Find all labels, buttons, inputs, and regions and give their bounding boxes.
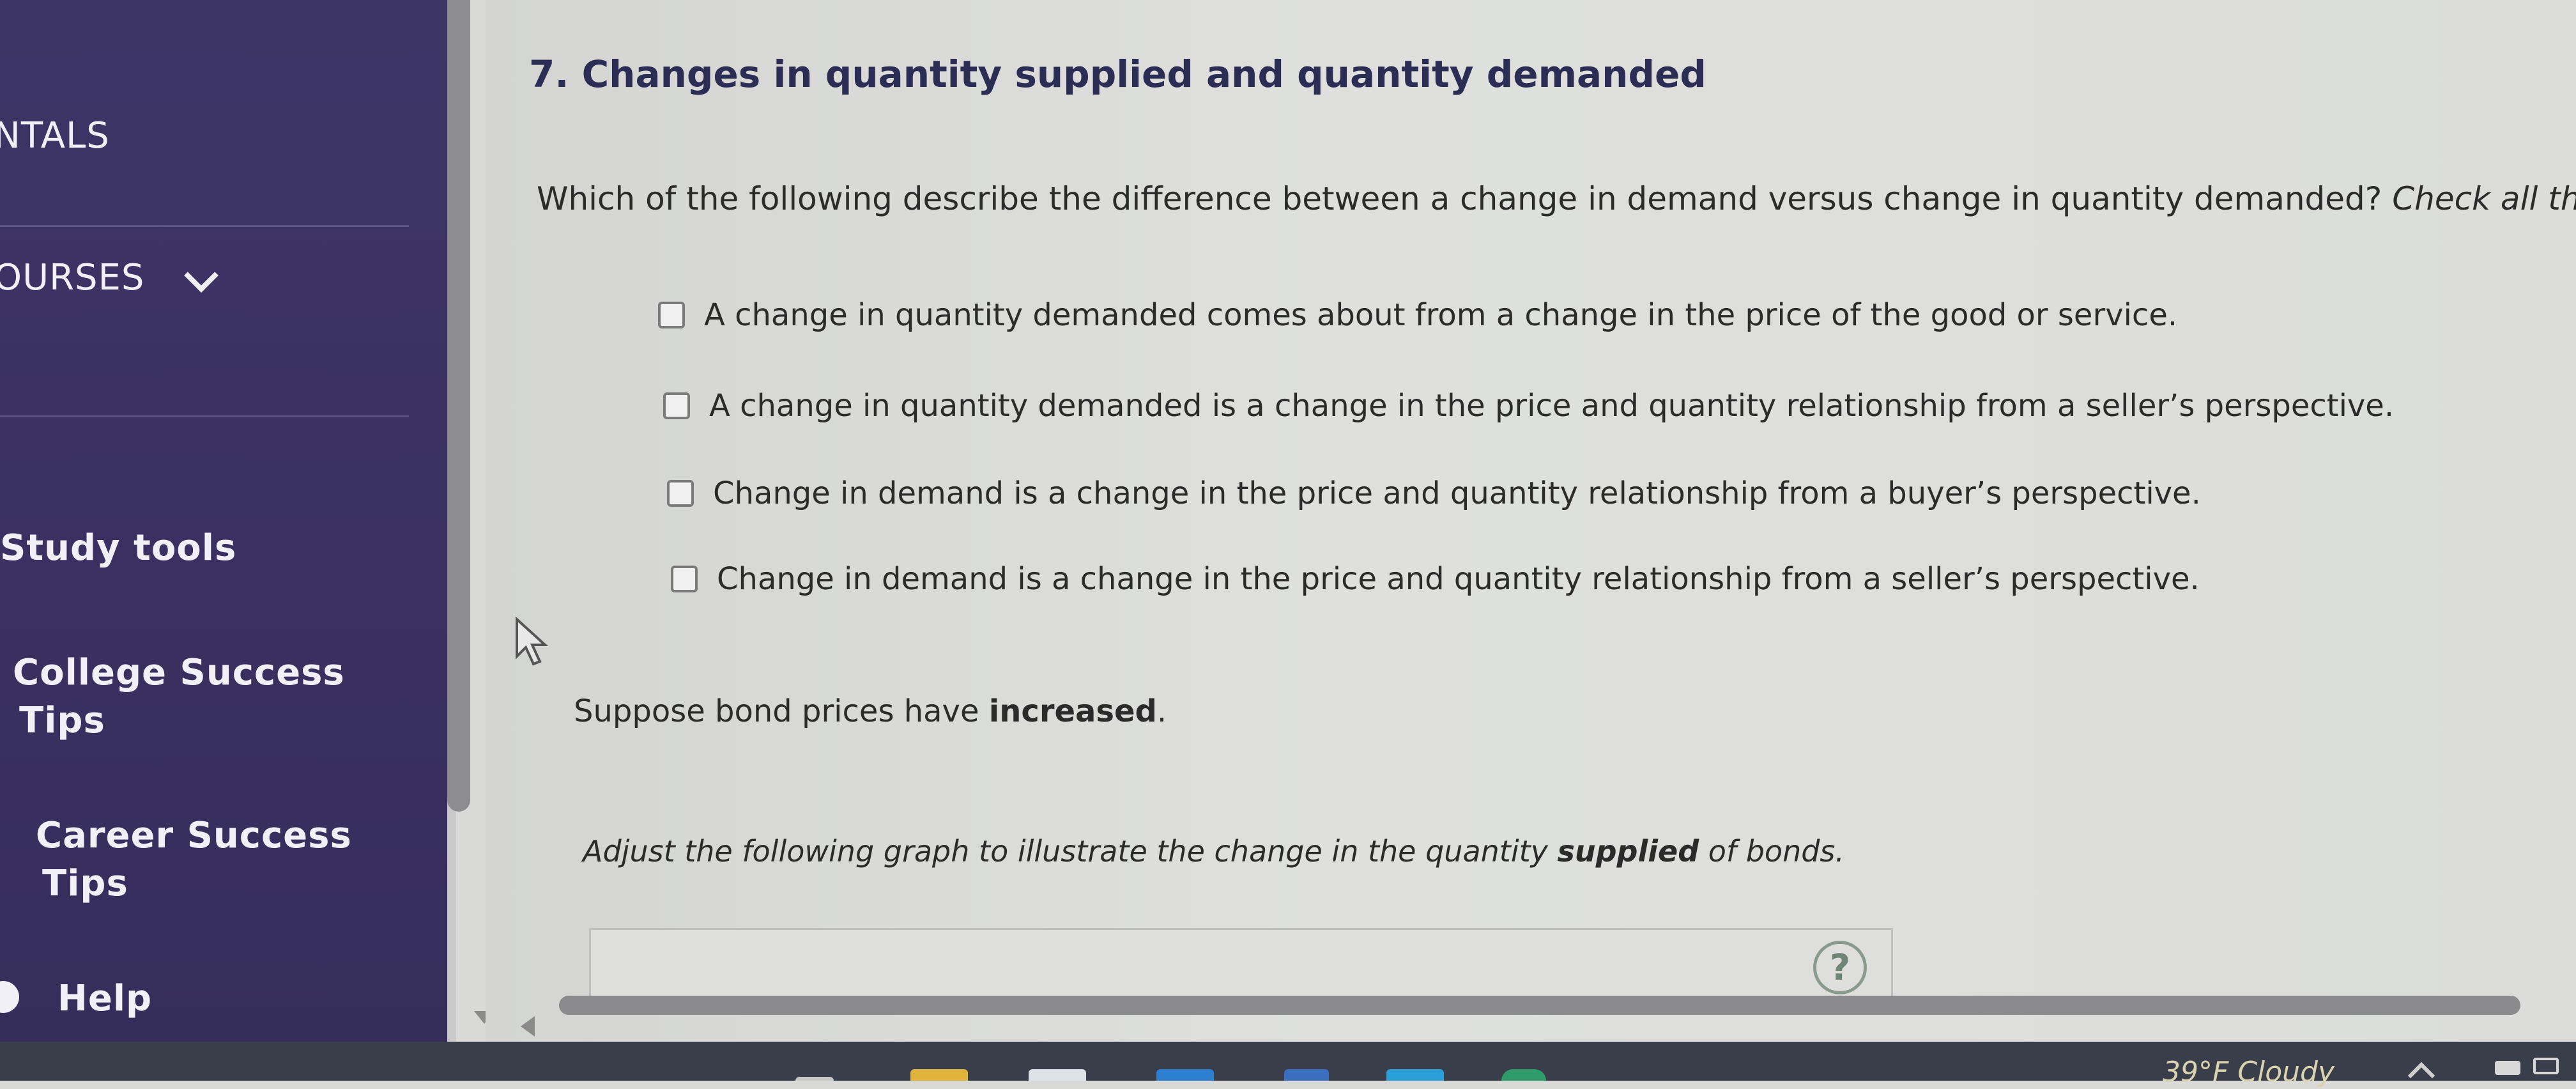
checkbox[interactable] [658, 302, 685, 328]
question-title: 7. Changes in quantity supplied and quan… [529, 52, 1706, 96]
instruction-emphasis: supplied [1557, 834, 1699, 869]
taskbar-app-icon[interactable] [910, 1069, 968, 1081]
answer-option-label: Change in demand is a change in the pric… [717, 561, 2200, 597]
sidebar-item-study-tools[interactable]: Study tools [0, 527, 236, 569]
taskbar-app-icon[interactable] [1156, 1069, 1214, 1081]
scenario-suffix: . [1156, 693, 1167, 729]
question-prompt-hint: Check all that a [2392, 180, 2576, 217]
answer-option-4[interactable]: Change in demand is a change in the pric… [671, 561, 2200, 597]
chevron-down-icon[interactable] [184, 258, 218, 293]
instruction-prefix: Adjust the following graph to illustrate… [583, 834, 1558, 869]
question-prompt-text: Which of the following describe the diff… [537, 180, 2393, 217]
scenario-text: Suppose bond prices have increased. [574, 693, 1167, 729]
sidebar-item-courses[interactable]: OURSES [0, 257, 144, 298]
answer-option-label: Change in demand is a change in the pric… [713, 475, 2201, 511]
instruction-suffix: of bonds. [1699, 834, 1845, 869]
checkbox[interactable] [671, 566, 698, 592]
sidebar-item-career-success[interactable]: Career Success [36, 815, 352, 856]
answer-option-label: A change in quantity demanded is a chang… [709, 388, 2395, 424]
sidebar-scrollbar[interactable] [447, 0, 470, 812]
checkbox[interactable] [667, 480, 694, 507]
answer-option-label: A change in quantity demanded comes abou… [704, 297, 2178, 333]
scenario-emphasis: increased [988, 693, 1157, 729]
graph-panel[interactable] [589, 928, 1893, 1007]
mouse-cursor-icon [516, 617, 549, 666]
answer-option-3[interactable]: Change in demand is a change in the pric… [667, 475, 2201, 511]
help-icon[interactable] [0, 981, 19, 1013]
horizontal-scrollbar[interactable] [559, 996, 2520, 1015]
weather-widget[interactable]: 39°F Cloudy [2163, 1056, 2334, 1088]
scroll-left-icon[interactable] [521, 1016, 535, 1037]
taskbar-app-icon[interactable] [795, 1077, 834, 1081]
sidebar-divider [0, 225, 409, 227]
sidebar-item-career-success-tips[interactable]: Tips [42, 863, 128, 904]
scenario-prefix: Suppose bond prices have [574, 693, 989, 729]
taskbar-app-icon[interactable] [1029, 1069, 1086, 1081]
taskbar-app-icon[interactable] [1386, 1069, 1444, 1081]
answer-option-2[interactable]: A change in quantity demanded is a chang… [663, 388, 2394, 424]
sidebar-item-college-success[interactable]: College Success [13, 652, 345, 693]
main-content [486, 0, 2576, 1042]
sidebar-divider [0, 415, 409, 417]
sidebar-nav: NTALS OURSES Study tools College Success… [0, 0, 456, 1042]
system-tray-icon[interactable] [2495, 1061, 2520, 1075]
sidebar-item-fundamentals[interactable]: NTALS [0, 115, 110, 157]
answer-option-1[interactable]: A change in quantity demanded comes abou… [658, 297, 2177, 333]
system-tray-icon[interactable] [2533, 1058, 2559, 1074]
checkbox[interactable] [663, 392, 690, 419]
question-prompt: Which of the following describe the diff… [537, 180, 2576, 217]
instruction-text: Adjust the following graph to illustrate… [583, 834, 1844, 869]
sidebar-item-college-success-tips[interactable]: Tips [19, 700, 105, 741]
sidebar-item-help[interactable]: Help [57, 978, 152, 1019]
taskbar-app-icon[interactable] [1284, 1069, 1329, 1081]
taskbar-app-icon[interactable] [1501, 1069, 1546, 1081]
graph-help-button[interactable]: ? [1813, 941, 1867, 994]
